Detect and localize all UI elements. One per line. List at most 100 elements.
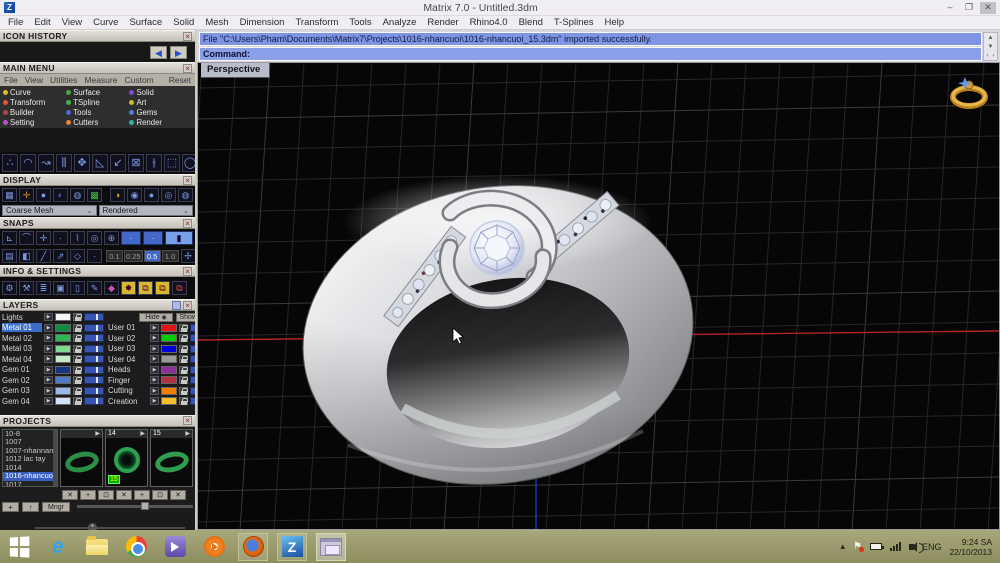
layer-slider[interactable] [84,397,104,405]
layer-slider[interactable] [84,355,104,363]
layer-row[interactable]: Metal 01▶ [2,323,104,334]
mesh-mode-dropdown[interactable]: Coarse Mesh⌄ [2,205,97,216]
mesh-stack-icon[interactable]: ≣ [36,281,51,295]
viewport-tab[interactable]: Perspective [201,63,270,78]
layer-name[interactable]: Lights [2,313,42,322]
layer-slider[interactable] [84,324,104,332]
copy-yellow-icon[interactable]: ⧉ [138,281,153,295]
layer-color-swatch[interactable] [55,366,71,374]
menu-dimension[interactable]: Dimension [240,17,285,28]
language-indicator[interactable]: ENG [922,542,942,552]
layer-arrow-icon[interactable]: ▶ [150,366,159,374]
chrome-sphere-icon[interactable]: ◉ [127,188,142,202]
speaker-icon[interactable] [909,544,914,550]
arc-icon[interactable]: ◠ [20,154,36,172]
close-icon[interactable]: ✕ [183,267,192,276]
main-menu-measure[interactable]: Measure [84,75,117,85]
lock-icon[interactable] [73,376,82,384]
viewport-canvas[interactable] [198,63,999,530]
half-gold-icon[interactable]: ◑ [110,188,125,202]
matrix-taskbar-icon[interactable]: Z [277,533,307,561]
gear-options-icon[interactable]: ⚙ [2,281,17,295]
category-setting[interactable]: Setting [2,117,65,127]
layer-name[interactable]: Gem 03 [2,386,42,395]
menu-t-splines[interactable]: T-Splines [554,17,594,28]
render-mode-dropdown[interactable]: Rendered⌄ [99,205,194,216]
layer-slider[interactable] [190,324,197,332]
category-cutters[interactable]: Cutters [65,117,128,127]
hide-button[interactable]: Hide ◉ [139,313,173,322]
layer-slider[interactable] [84,376,104,384]
layer-arrow-icon[interactable]: ▶ [150,387,159,395]
layer-arrow-icon[interactable]: ▶ [44,355,53,363]
paste-yellow-icon[interactable]: ⧉ [155,281,170,295]
lightbulb-icon[interactable]: ✸ [121,281,136,295]
layer-arrow-icon[interactable]: ▶ [44,387,53,395]
layer-arrow-icon[interactable]: ▶ [150,355,159,363]
cage-box-icon[interactable]: ⊠ [128,154,144,172]
uv-grid-icon[interactable]: ▩ [87,188,102,202]
move-icon[interactable]: ✥ [74,154,90,172]
layer-name[interactable]: User 04 [108,355,148,364]
axes-cross-icon[interactable]: ✛ [19,188,34,202]
metal-sphere-icon[interactable]: ● [144,188,159,202]
file-explorer-icon[interactable] [82,533,112,561]
play-icon[interactable]: ▶ [140,430,145,438]
firefox-icon[interactable] [238,533,268,561]
layer-name[interactable]: Cutting [108,386,148,395]
clock[interactable]: 9:24 SA 22/10/2013 [949,537,992,557]
close-icon[interactable]: ✕ [183,176,192,185]
add-project-button[interactable]: + [2,502,19,512]
project-list[interactable]: 10-810071007-nhannam1012 lac tay10141016… [2,429,58,487]
tangent-icon[interactable]: ⌒ [19,231,34,245]
door-panel-icon[interactable]: ▯ [70,281,85,295]
layer-slider[interactable] [84,387,104,395]
earth-icon[interactable]: ◍ [70,188,85,202]
layer-slider[interactable] [84,334,104,342]
thumb-delete-button[interactable]: ✕ [170,490,186,500]
layer-color-swatch[interactable] [55,355,71,363]
menu-solid[interactable]: Solid [173,17,194,28]
main-menu-file[interactable]: File [4,75,18,85]
snap-master-toggle[interactable]: ▮ [165,231,193,245]
scroll-up-icon[interactable]: ▲ [988,35,994,41]
menu-rhino4.0[interactable]: Rhino4.0 [470,17,508,28]
cross-icon[interactable]: ✛ [36,231,51,245]
layer-name[interactable]: Finger [108,376,148,385]
circle-quad-icon[interactable]: ⊕ [104,231,119,245]
points-icon[interactable]: ∴ [2,154,18,172]
category-gems[interactable]: Gems [128,107,191,117]
circle-center-icon[interactable]: ◎ [87,231,102,245]
close-icon[interactable]: ✕ [183,32,192,41]
up-button[interactable]: ↑ [22,502,39,512]
chrome-icon[interactable] [121,533,151,561]
layer-color-swatch[interactable] [55,324,71,332]
layer-row[interactable]: Gem 01▶ [2,365,104,376]
project-thumbnail[interactable]: 14▶ 15 [105,429,148,487]
diag-line2-icon[interactable]: ⇗ [53,249,68,263]
menu-analyze[interactable]: Analyze [383,17,417,28]
scroll-left-icon[interactable]: ‹ [987,53,989,59]
close-button[interactable]: ✕ [980,2,996,14]
menu-view[interactable]: View [62,17,82,28]
perp-corner-icon[interactable]: ⊾ [2,231,17,245]
start-button[interactable] [4,533,34,561]
layer-color-swatch[interactable] [55,387,71,395]
layer-row[interactable]: Finger▶ [108,375,197,386]
scroll-down-icon[interactable]: ▼ [988,44,994,50]
layer-row[interactable]: Gem 02▶ [2,375,104,386]
snap-increment-0.1[interactable]: 0.1 [106,250,123,262]
action-center-flag-icon[interactable]: ⚑ [853,541,862,552]
snap-increment-1.0[interactable]: 1.0 [162,250,179,262]
project-thumbnail[interactable]: 15▶ [150,429,193,487]
layer-color-swatch[interactable] [55,345,71,353]
layer-color-swatch[interactable] [55,397,71,405]
curve-points-icon[interactable]: ↝ [38,154,54,172]
layer-row[interactable]: Gem 04▶ [2,396,104,407]
show-button[interactable]: Show 👁 [176,313,197,322]
battery-icon[interactable] [870,543,882,550]
internet-explorer-icon[interactable]: e [43,533,73,561]
pull-in-icon[interactable]: ↙ [110,154,126,172]
layer-arrow-icon[interactable]: ▶ [150,324,159,332]
layer-slider[interactable] [190,366,197,374]
